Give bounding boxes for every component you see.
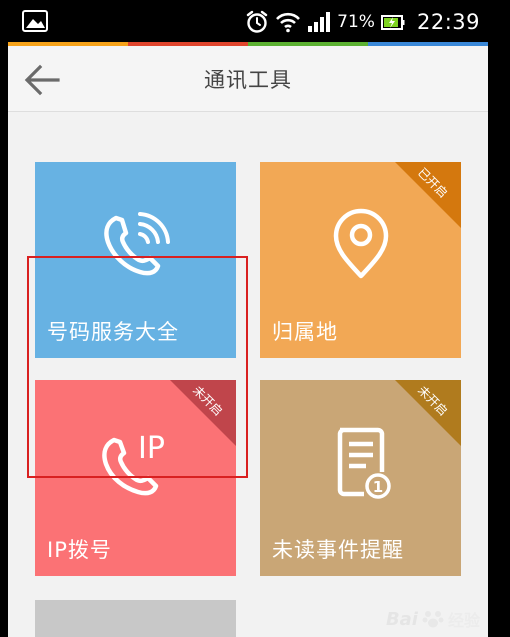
location-pin-icon [333, 209, 388, 279]
watermark-suffix: 经验 [447, 611, 480, 630]
battery-percent: 71% [337, 12, 375, 32]
status-ribbon: 未开启 [395, 380, 461, 446]
tile-label: 归属地 [272, 320, 338, 344]
tile-label: 未读事件提醒 [272, 538, 404, 562]
status-bar: 71% 22:39 [8, 0, 488, 42]
tile-partial[interactable] [35, 600, 236, 637]
page-title: 通讯工具 [204, 68, 292, 92]
tile-label: IP拨号 [47, 538, 112, 562]
battery-icon [380, 15, 405, 30]
tile-location[interactable]: 归属地 已开启 [260, 162, 461, 358]
document-badge-icon: 1 [337, 428, 391, 500]
watermark-brand: Bai [385, 608, 418, 630]
app-screen: 71% 22:39 通讯工具 号码服务大全 归属地 已开启 IP IP拨号 未开… [8, 0, 488, 637]
wifi-icon [276, 12, 301, 33]
gallery-icon [22, 10, 48, 32]
title-bar: 通讯工具 [8, 46, 488, 112]
clock: 22:39 [416, 10, 480, 34]
highlight-box [27, 256, 248, 478]
badge-count: 1 [372, 478, 382, 496]
tile-unread-reminder[interactable]: 1 未读事件提醒 未开启 [260, 380, 461, 576]
status-ribbon: 已开启 [395, 162, 461, 228]
watermark: Bai 经验 [386, 607, 480, 631]
alarm-icon [246, 10, 268, 33]
signal-icon [308, 12, 331, 32]
paw-icon [422, 611, 444, 628]
